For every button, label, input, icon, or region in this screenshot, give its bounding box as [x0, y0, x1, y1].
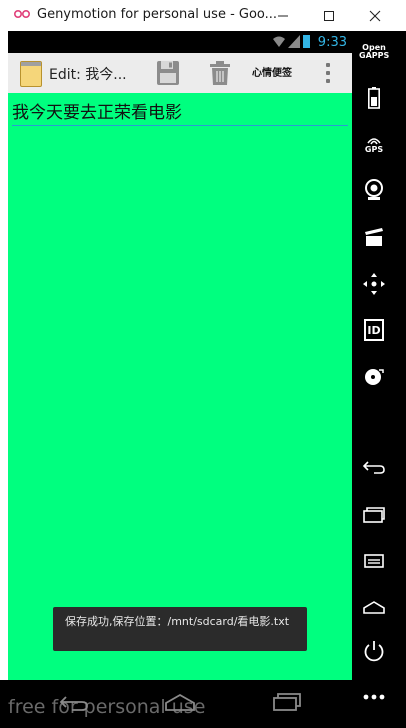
more-icon — [363, 694, 385, 700]
maximize-icon — [324, 10, 334, 21]
battery-icon — [368, 87, 380, 109]
disk-icon — [365, 369, 384, 385]
recent-apps-icon — [363, 507, 385, 523]
power-button[interactable] — [352, 637, 396, 665]
window-title-bar: Genymotion for personal use - Goo... — [0, 0, 406, 32]
home-icon — [363, 601, 385, 614]
wifi-icon — [273, 36, 285, 47]
id-label: ID — [367, 323, 381, 337]
delete-button[interactable] — [204, 58, 236, 88]
opengapps-button[interactable]: Open GAPPS — [352, 41, 396, 63]
power-icon — [364, 641, 384, 662]
home-icon[interactable] — [164, 692, 196, 712]
recent-apps-icon[interactable] — [272, 692, 302, 712]
save-icon — [157, 61, 179, 85]
window-title: Genymotion for personal use - Goo... — [37, 7, 278, 22]
action-bar-title: Edit: 我今... — [49, 67, 127, 83]
opengapps-label: Open GAPPS — [359, 43, 390, 60]
battery-button[interactable] — [352, 86, 396, 110]
genymotion-side-panel: Open GAPPS GPS ID — [352, 31, 406, 728]
overflow-menu-icon — [326, 63, 330, 67]
disk-button[interactable] — [352, 364, 396, 390]
id-icon: ID — [364, 319, 384, 341]
dpad-button[interactable] — [352, 271, 396, 297]
media-button[interactable] — [352, 224, 396, 250]
trash-icon — [210, 61, 230, 85]
status-time: 9:33 — [317, 35, 347, 50]
menu-icon — [364, 554, 384, 568]
close-button[interactable] — [352, 0, 398, 31]
camera-button[interactable] — [352, 177, 396, 203]
maximize-button[interactable] — [306, 0, 352, 31]
overflow-dot — [326, 79, 330, 83]
note-editor-area[interactable]: 我今天要去正荣看电影 保存成功,保存位置：/mnt/sdcard/看电影.txt — [8, 93, 352, 680]
gps-button[interactable]: GPS — [352, 131, 396, 157]
more-button[interactable] — [352, 687, 396, 707]
gps-label: GPS — [364, 144, 384, 154]
dpad-move-icon — [363, 273, 385, 295]
overflow-menu-button[interactable] — [318, 61, 338, 85]
save-toast: 保存成功,保存位置：/mnt/sdcard/看电影.txt — [53, 607, 307, 651]
close-icon — [369, 10, 381, 21]
battery-icon — [303, 35, 310, 48]
minimize-button[interactable] — [260, 0, 306, 31]
device-screen[interactable]: 9:33 Edit: 我今... 心情便签 我今天要去正荣看电影 保存成功,保存… — [8, 31, 352, 680]
note-text-field[interactable]: 我今天要去正荣看电影 — [12, 98, 348, 126]
action-bar: Edit: 我今... 心情便签 — [8, 53, 352, 93]
signal-icon — [288, 35, 300, 48]
camera-icon — [365, 179, 383, 200]
back-icon[interactable] — [58, 694, 90, 712]
status-bar: 9:33 — [8, 31, 352, 53]
android-nav-bar: free for personal use — [0, 680, 352, 728]
mood-note-button[interactable]: 心情便签 — [252, 64, 292, 79]
device-id-button[interactable]: ID — [352, 317, 396, 343]
menu-button[interactable] — [352, 549, 396, 573]
home-button[interactable] — [352, 595, 396, 619]
media-clapperboard-icon — [365, 228, 383, 246]
back-button[interactable] — [352, 455, 396, 479]
notepad-app-icon — [20, 61, 42, 87]
save-button[interactable] — [152, 58, 184, 88]
gps-icon — [367, 137, 381, 144]
back-icon — [362, 461, 385, 474]
minimize-icon — [278, 15, 288, 16]
overflow-dot — [326, 71, 330, 75]
genymotion-logo-icon — [14, 10, 30, 18]
recent-apps-button[interactable] — [352, 503, 396, 527]
